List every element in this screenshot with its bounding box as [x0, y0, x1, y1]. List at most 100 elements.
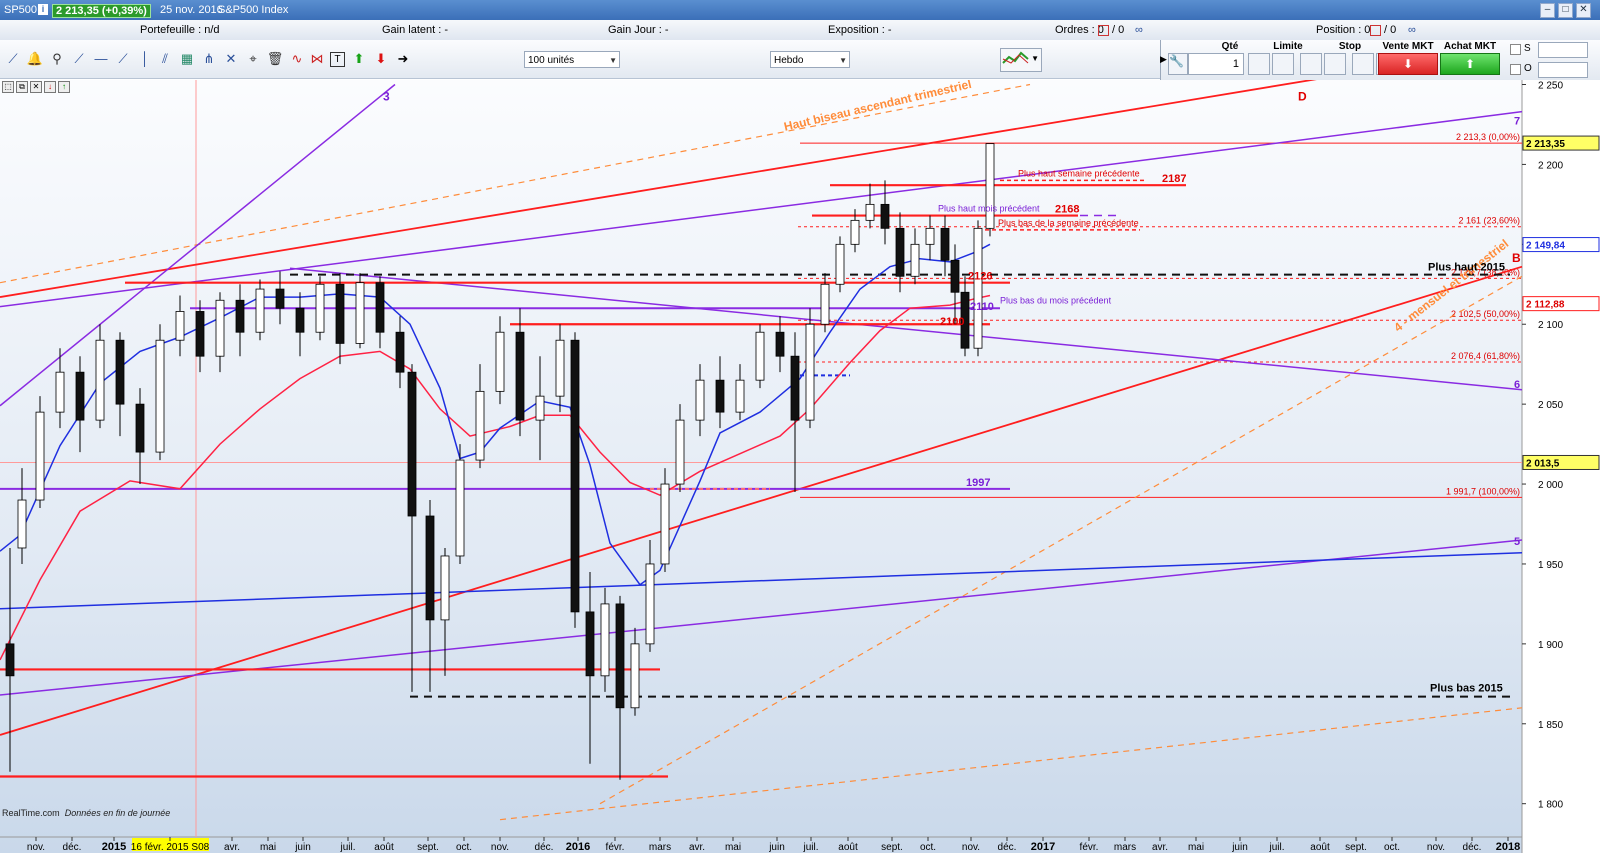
delete-drawings-icon[interactable]: 🗑	[266, 50, 284, 68]
cross-icon[interactable]: ✕	[222, 50, 240, 68]
close-icon[interactable]: ✕	[1576, 3, 1591, 18]
limit-buy-button[interactable]	[1300, 53, 1322, 75]
wrench-icon[interactable]: 🔧	[1168, 53, 1188, 75]
x-tick-label: août	[1310, 842, 1330, 853]
chart-annotation: Plus bas du mois précédent	[1000, 295, 1112, 305]
candle-up	[755, 331, 765, 381]
sell-arrow-icon[interactable]: ⬇	[372, 50, 390, 68]
price-chart[interactable]: 2 2502 2002 1502 1002 0502 0001 9501 900…	[0, 64, 1600, 853]
indicator-icon	[1002, 51, 1029, 64]
channel-icon[interactable]: ⫽	[156, 50, 174, 68]
candle-up	[985, 143, 995, 229]
chart-annotation: B	[1512, 251, 1521, 265]
maximize-icon[interactable]: □	[1558, 3, 1573, 18]
candle-up	[973, 227, 983, 349]
chart-annotation: Plus haut semaine précédente	[1018, 168, 1140, 178]
qty-buy-icon[interactable]	[1248, 53, 1270, 75]
chart-annotation: 6	[1514, 379, 1520, 391]
minimize-icon[interactable]: –	[1540, 3, 1555, 18]
x-tick-label: 2016	[566, 841, 590, 853]
alert-bell-icon[interactable]: 🔔	[26, 50, 44, 68]
ray-icon[interactable]: ⟋	[114, 50, 132, 68]
indicator-menu-button[interactable]: ▼	[1000, 48, 1042, 72]
sell-market-button[interactable]: ⬇	[1378, 53, 1438, 75]
fib-level-label: 2 161 (23,60%)	[1458, 216, 1520, 226]
pitchfork-icon[interactable]: ⋔	[200, 50, 218, 68]
y-tick-label: 1 900	[1538, 640, 1563, 651]
candle-down	[375, 282, 385, 333]
x-tick-label: août	[838, 842, 858, 853]
info-icon[interactable]: i	[38, 4, 48, 15]
candle-down	[585, 611, 595, 677]
x-tick-label: nov.	[1427, 842, 1445, 853]
zoom-icon[interactable]: ⚲	[48, 50, 66, 68]
collapse-panel-icon[interactable]: ▶	[1160, 54, 1167, 65]
candle-down	[5, 643, 15, 677]
symbol-label: SP500	[4, 4, 38, 16]
candle-up	[95, 339, 105, 421]
magnet-icon[interactable]: ⌖	[244, 50, 262, 68]
wave-icon[interactable]: ∿	[288, 50, 306, 68]
period-select-value: Hebdo	[774, 55, 804, 66]
x-tick-label: avr.	[689, 842, 705, 853]
chart-annotation: 5	[1514, 536, 1520, 548]
x-tick-label: juil.	[802, 842, 818, 853]
x-tick-label: mars	[649, 842, 671, 853]
y-tick-label: 2 200	[1538, 160, 1563, 171]
ordres-cancel-icon[interactable]	[1098, 25, 1109, 36]
candle-up	[660, 483, 670, 565]
fibonacci-icon[interactable]: ▦	[178, 50, 196, 68]
chart-close-icon[interactable]: ✕	[30, 81, 42, 93]
price-tag: 2 213,35	[1526, 139, 1565, 150]
x-tick-label: juin	[768, 842, 785, 853]
s-value-input[interactable]	[1538, 42, 1588, 58]
candle-up	[805, 323, 815, 421]
units-select[interactable]: 100 unités ▼	[524, 51, 620, 68]
right-arrow-icon[interactable]: ➜	[394, 50, 412, 68]
limit-sell-button[interactable]	[1324, 53, 1346, 75]
buy-market-button[interactable]: ⬆	[1440, 53, 1500, 75]
vertical-line-icon[interactable]: │	[136, 50, 154, 68]
quantity-input[interactable]: 1	[1188, 53, 1244, 75]
candle-up	[555, 339, 565, 397]
position-link-icon[interactable]: ∞	[1408, 24, 1416, 36]
candle-up	[440, 555, 450, 621]
x-tick-label: juil.	[339, 842, 355, 853]
candle-down	[135, 403, 145, 453]
horizontal-line-icon[interactable]: —	[92, 50, 110, 68]
candle-down	[425, 515, 435, 621]
pattern-icon[interactable]: ⋈	[308, 50, 326, 68]
o-label: O	[1524, 63, 1532, 74]
s-checkbox[interactable]	[1510, 44, 1521, 55]
chevron-down-icon: ▼	[839, 56, 847, 65]
text-tool-icon[interactable]: T	[330, 52, 345, 67]
chart-svg[interactable]: 2 2502 2002 1502 1002 0502 0001 9501 900…	[0, 64, 1600, 853]
x-tick-label: sept.	[417, 842, 439, 853]
chart-link-icon[interactable]: ⧉	[16, 81, 28, 93]
chart-settings-icon[interactable]: ⬚	[2, 81, 14, 93]
chart-down-icon[interactable]: ↓	[44, 81, 56, 93]
o-value-input[interactable]	[1538, 62, 1588, 78]
chart-up-icon[interactable]: ↑	[58, 81, 70, 93]
candle-up	[925, 227, 935, 245]
x-tick-label: juil.	[1268, 842, 1284, 853]
exposition-info: Exposition : -	[828, 24, 892, 36]
qty-sell-icon[interactable]	[1272, 53, 1294, 75]
candle-up	[910, 243, 920, 277]
buy-arrow-icon[interactable]: ⬆	[350, 50, 368, 68]
x-tick-label: oct.	[456, 842, 472, 853]
candle-up	[455, 459, 465, 557]
ruler-icon[interactable]: ⟋	[4, 50, 22, 68]
stop-buy-button[interactable]	[1352, 53, 1374, 75]
instrument-name: S&P500 Index	[218, 4, 289, 16]
candle-down	[195, 311, 205, 357]
candle-down	[940, 227, 950, 261]
period-select[interactable]: Hebdo ▼	[770, 51, 850, 68]
x-tick-label: déc.	[1463, 842, 1482, 853]
trendline-icon[interactable]: ⟋	[70, 50, 88, 68]
position-cancel-icon[interactable]	[1370, 25, 1381, 36]
ordres-link-icon[interactable]: ∞	[1135, 24, 1143, 36]
x-tick-label: 2018	[1496, 841, 1520, 853]
o-checkbox[interactable]	[1510, 64, 1521, 75]
data-source: RealTime.com	[2, 808, 60, 818]
